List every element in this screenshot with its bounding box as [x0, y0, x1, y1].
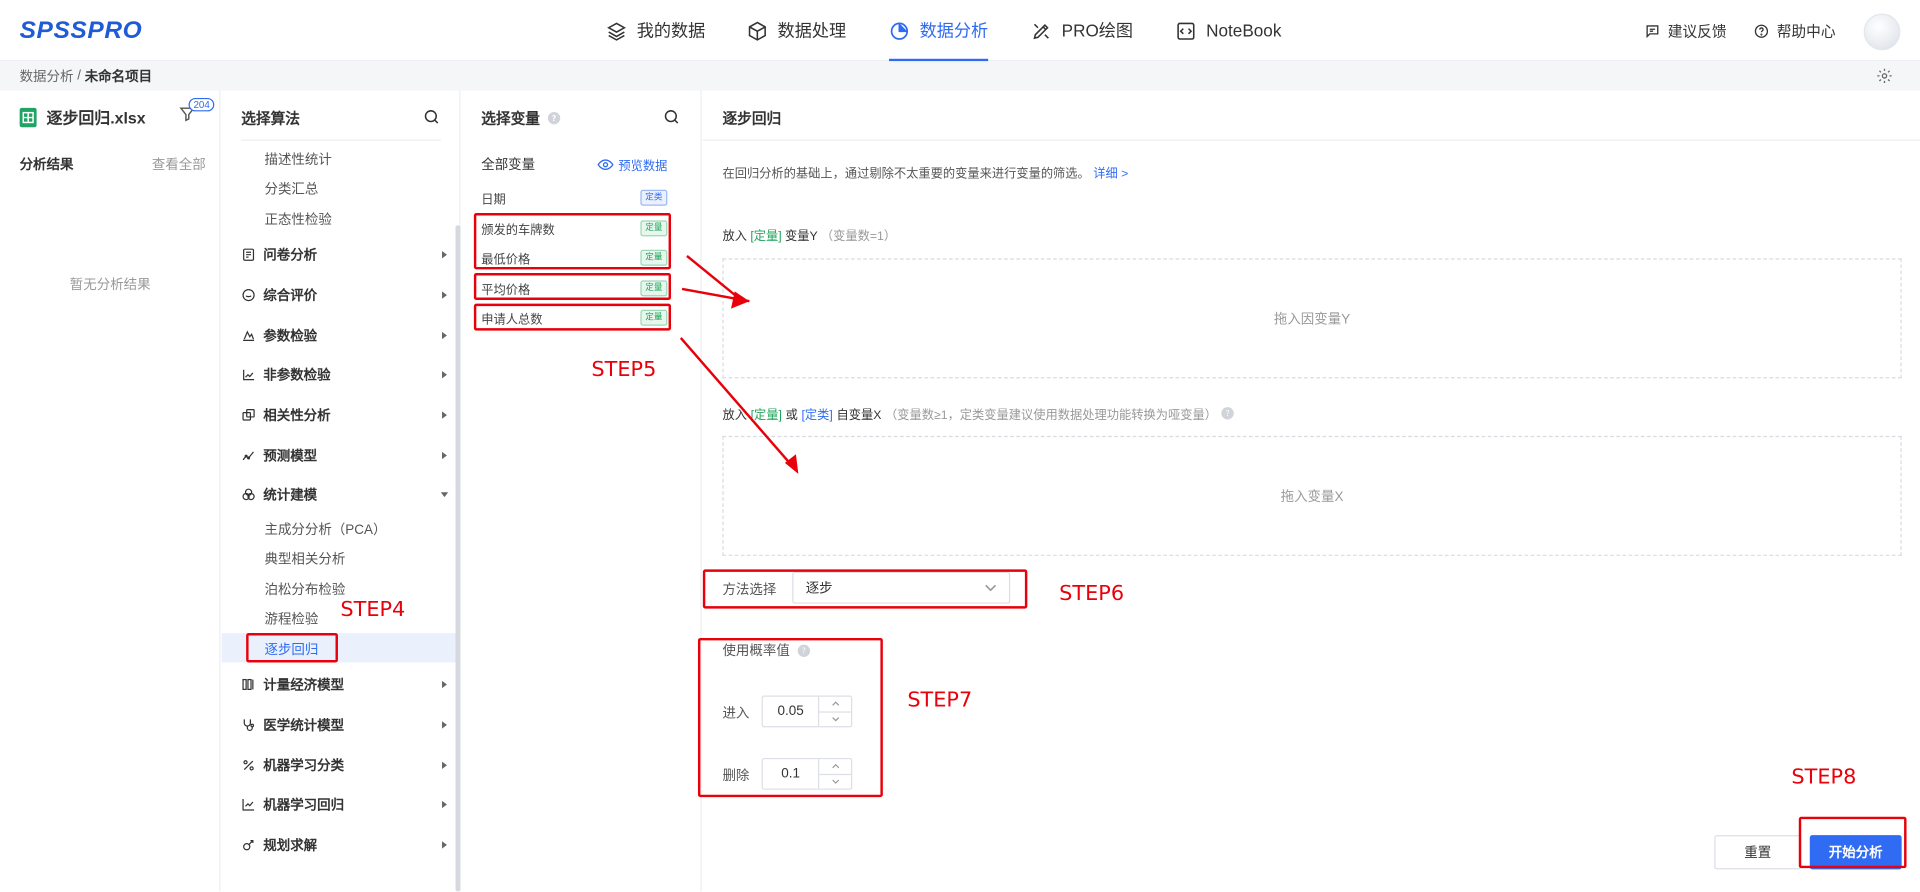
annotation-box-step7 — [697, 637, 883, 798]
annotation-box-step8 — [1798, 816, 1907, 869]
app-screen: SPSSPRO 我的数据 数据处理 数据分析 PRO绘图 NoteBook 建议… — [0, 0, 1920, 892]
annotation-box-step6 — [702, 569, 1028, 609]
annotation-label-step7: STEP7 — [907, 688, 973, 713]
annotation-label-step8: STEP8 — [1791, 765, 1857, 790]
annotation-label-step6: STEP6 — [1059, 581, 1125, 607]
annotation-arrows — [679, 254, 799, 474]
